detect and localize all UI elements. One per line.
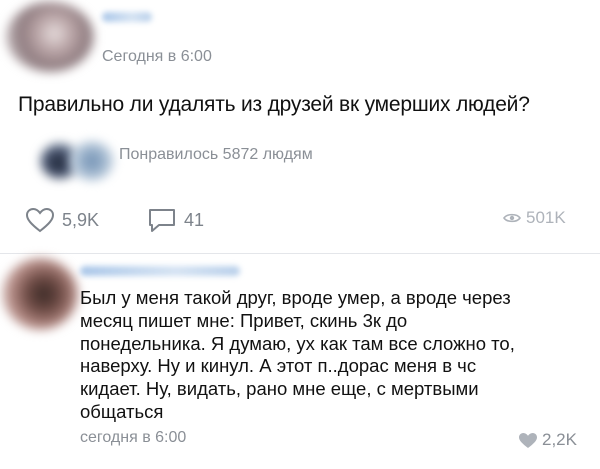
liked-by-text[interactable]: Понравилось 5872 людям: [119, 146, 313, 164]
views-counter: 501K: [503, 208, 566, 228]
heart-icon: [25, 207, 55, 233]
comment-like-button[interactable]: 2,2K: [518, 430, 577, 450]
comment-text-line: Был у меня такой друг, вроде умер, а вро…: [80, 287, 511, 308]
avatar-image: [2, 258, 78, 330]
comment-text-line: наверху. Ну и кинул. А этот п..дорас мен…: [80, 355, 477, 377]
liked-by-avatars[interactable]: [40, 140, 114, 181]
avatar-image: [6, 2, 94, 72]
comment-button[interactable]: 41: [147, 207, 204, 233]
like-count: 5,9K: [62, 209, 100, 230]
comment-text: Был у меня такой друг, вроде умер, а вро…: [80, 287, 600, 424]
post-timestamp[interactable]: Сегодня в 6:00: [102, 48, 212, 66]
comment-timestamp[interactable]: сегодня в 6:00: [80, 429, 186, 447]
comment-author-avatar[interactable]: [2, 258, 78, 330]
divider: [0, 253, 600, 254]
comment-icon: [149, 209, 175, 232]
comment-text-line: общаться: [80, 400, 164, 422]
comment-like-count: 2,2K: [542, 430, 577, 449]
post-author-name[interactable]: [102, 12, 152, 22]
comment-text-line: месяц пишет мне: Привет, скинь 3к до: [80, 309, 408, 331]
like-button[interactable]: 5,9K: [25, 207, 99, 233]
post-text: Правильно ли удалять из друзей вк умерши…: [18, 93, 530, 116]
comment-text-line: кидает. Ну, видать, рано мне еще, с мерт…: [80, 378, 479, 400]
post-author-avatar[interactable]: [6, 2, 94, 72]
comment-author-name[interactable]: [80, 266, 240, 276]
liker-avatar: [70, 141, 114, 181]
comment-text-line: понедельника. Я думаю, ух как там все сл…: [80, 332, 515, 354]
comment-count: 41: [184, 209, 205, 230]
views-count: 501K: [526, 208, 566, 227]
heart-icon: [519, 432, 537, 448]
eye-icon: [503, 213, 521, 223]
